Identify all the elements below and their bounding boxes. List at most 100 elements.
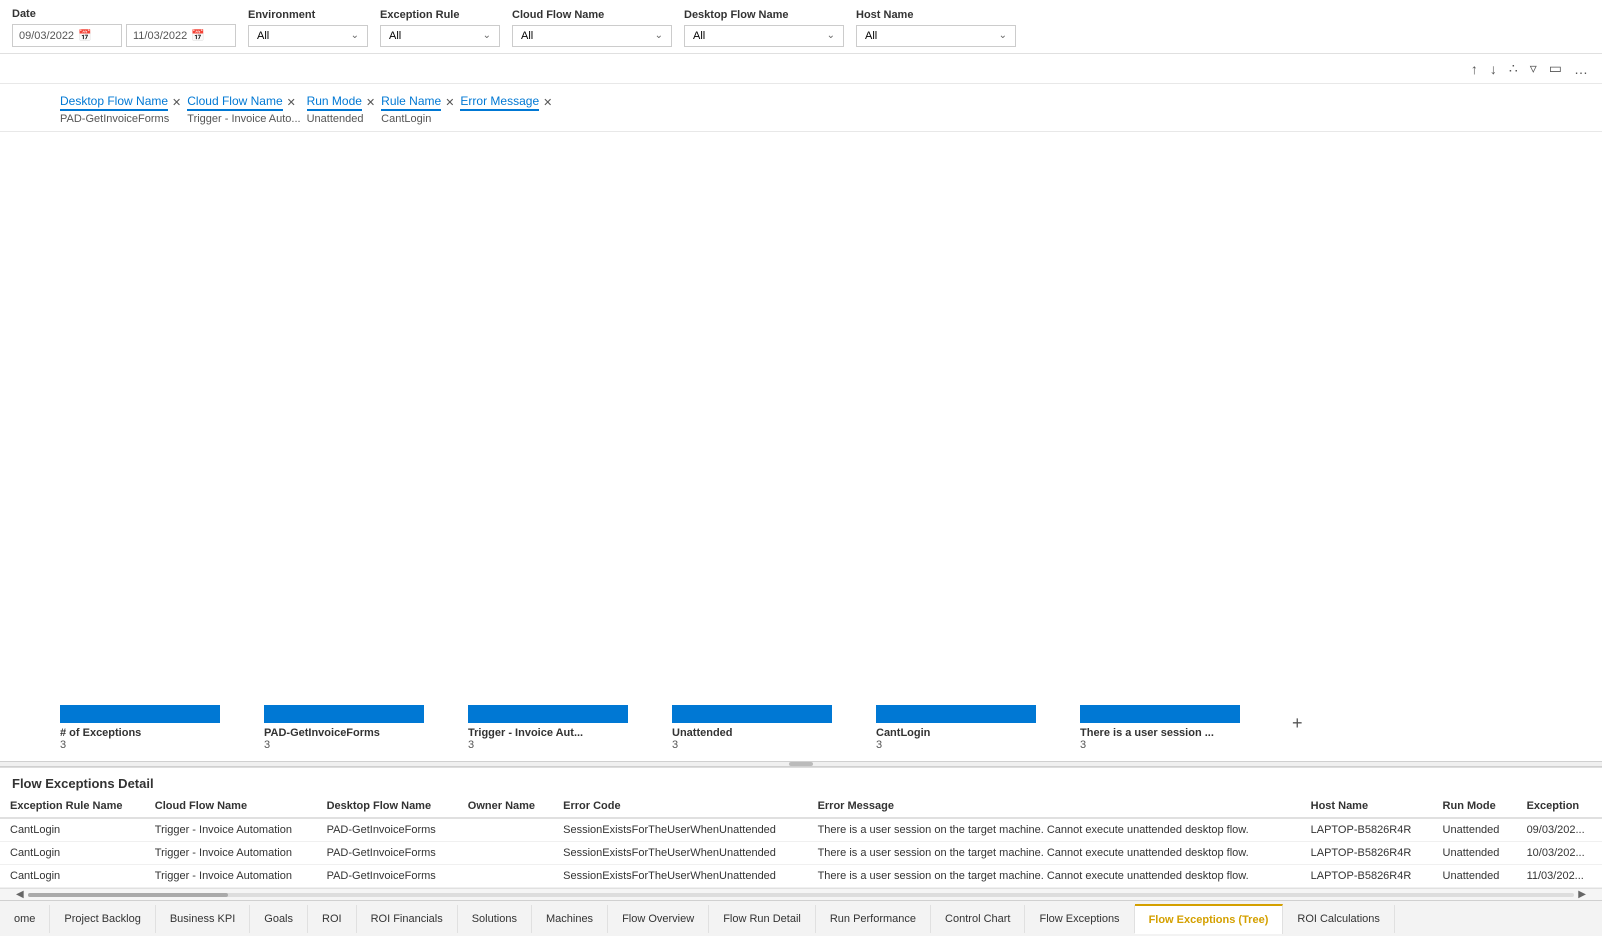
tab-flow-exceptions[interactable]: Flow Exceptions (1025, 905, 1134, 933)
scroll-right-arrow[interactable]: ▶ (1574, 889, 1590, 900)
exception-rule-label: Exception Rule (380, 9, 500, 21)
detail-table-body: CantLoginTrigger - Invoice AutomationPAD… (0, 818, 1602, 888)
bar-col: Unattended 3 (672, 705, 832, 751)
desktop-flow-select[interactable]: All ⌄ (684, 25, 844, 47)
bar-count-2: 3 (468, 739, 474, 751)
table-header-cell: Cloud Flow Name (145, 795, 317, 818)
active-columns-row: Desktop Flow Name ✕ PAD-GetInvoiceForms … (0, 84, 1602, 132)
table-cell: Unattended (1433, 865, 1517, 888)
tab-roi-financials[interactable]: ROI Financials (357, 905, 458, 933)
tab-flow-overview[interactable]: Flow Overview (608, 905, 709, 933)
tab-project-backlog[interactable]: Project Backlog (50, 905, 155, 933)
column-chip-header: Rule Name ✕ (381, 94, 454, 111)
environment-chevron: ⌄ (351, 30, 359, 41)
host-name-chevron: ⌄ (999, 30, 1007, 41)
cloud-flow-value: All (521, 30, 533, 42)
table-cell: Unattended (1433, 842, 1517, 865)
table-cell: CantLogin (0, 842, 145, 865)
tab-run-performance[interactable]: Run Performance (816, 905, 931, 933)
bar-label-4: CantLogin (876, 727, 930, 739)
table-header-cell: Exception Rule Name (0, 795, 145, 818)
exception-rule-select[interactable]: All ⌄ (380, 25, 500, 47)
column-chip-close[interactable]: ✕ (172, 96, 181, 109)
detail-header-row: Exception Rule NameCloud Flow NameDeskto… (0, 795, 1602, 818)
main-container: Date 09/03/2022 📅 11/03/2022 📅 Environme… (0, 0, 1602, 936)
table-row[interactable]: CantLoginTrigger - Invoice AutomationPAD… (0, 842, 1602, 865)
filter-icon[interactable]: ▿ (1528, 58, 1539, 79)
sort-desc-icon[interactable]: ↓ (1488, 59, 1499, 79)
column-chip-close[interactable]: ✕ (543, 96, 552, 109)
tab-solutions[interactable]: Solutions (458, 905, 532, 933)
column-chip-value: PAD-GetInvoiceForms (60, 113, 181, 125)
filter-bar: Date 09/03/2022 📅 11/03/2022 📅 Environme… (0, 0, 1602, 54)
column-chip-label: Error Message (460, 94, 539, 111)
tab-business-kpi[interactable]: Business KPI (156, 905, 250, 933)
tab-roi-calculations[interactable]: ROI Calculations (1283, 905, 1395, 933)
date-filter-group: Date 09/03/2022 📅 11/03/2022 📅 (12, 8, 236, 47)
scroll-bar[interactable]: ◀ ▶ (0, 888, 1602, 900)
table-header-cell: Host Name (1301, 795, 1433, 818)
column-chip-header: Desktop Flow Name ✕ (60, 94, 181, 111)
date-start-input[interactable]: 09/03/2022 📅 (12, 24, 122, 47)
more-icon[interactable]: … (1572, 59, 1590, 79)
scroll-left-arrow[interactable]: ◀ (12, 889, 28, 900)
scroll-thumb[interactable] (28, 893, 228, 897)
table-cell: 11/03/202... (1517, 865, 1602, 888)
column-chip-close[interactable]: ✕ (445, 96, 454, 109)
column-chip-label: Rule Name (381, 94, 441, 111)
environment-value: All (257, 30, 269, 42)
bar-5[interactable] (1080, 705, 1240, 723)
bar-col: PAD-GetInvoiceForms 3 (264, 705, 424, 751)
exception-rule-filter-group: Exception Rule All ⌄ (380, 9, 500, 47)
desktop-flow-value: All (693, 30, 705, 42)
host-name-select[interactable]: All ⌄ (856, 25, 1016, 47)
table-cell (458, 842, 553, 865)
bar-col: # of Exceptions 3 (60, 705, 220, 751)
bar-label-2: Trigger - Invoice Aut... (468, 727, 583, 739)
bar-4[interactable] (876, 705, 1036, 723)
bar-count-4: 3 (876, 739, 882, 751)
environment-select[interactable]: All ⌄ (248, 25, 368, 47)
exception-rule-value: All (389, 30, 401, 42)
tab-ome[interactable]: ome (0, 905, 50, 933)
date-end-input[interactable]: 11/03/2022 📅 (126, 24, 236, 47)
add-column-button[interactable]: + (1292, 713, 1303, 734)
chart-area: # of Exceptions 3 PAD-GetInvoiceForms 3 … (0, 132, 1602, 761)
column-chip-close[interactable]: ✕ (287, 96, 296, 109)
main-content: Desktop Flow Name ✕ PAD-GetInvoiceForms … (0, 84, 1602, 900)
column-chip-header: Cloud Flow Name ✕ (187, 94, 300, 111)
cloud-flow-select[interactable]: All ⌄ (512, 25, 672, 47)
calendar-icon-end[interactable]: 📅 (191, 29, 205, 42)
column-chip-value: CantLogin (381, 113, 454, 125)
group-icon[interactable]: ∴ (1507, 58, 1520, 79)
table-cell: PAD-GetInvoiceForms (317, 818, 458, 842)
column-chip-label: Cloud Flow Name (187, 94, 282, 111)
tab-machines[interactable]: Machines (532, 905, 608, 933)
table-row[interactable]: CantLoginTrigger - Invoice AutomationPAD… (0, 865, 1602, 888)
detail-table-head: Exception Rule NameCloud Flow NameDeskto… (0, 795, 1602, 818)
calendar-icon[interactable]: 📅 (78, 29, 92, 42)
column-chip-close[interactable]: ✕ (366, 96, 375, 109)
export-icon[interactable]: ▭ (1547, 58, 1564, 79)
tab-roi[interactable]: ROI (308, 905, 357, 933)
table-row[interactable]: CantLoginTrigger - Invoice AutomationPAD… (0, 818, 1602, 842)
host-name-filter-label: Host Name (856, 9, 1016, 21)
bar-0[interactable] (60, 705, 220, 723)
bar-2[interactable] (468, 705, 628, 723)
date-start-value: 09/03/2022 (19, 30, 74, 42)
column-chip-label: Desktop Flow Name (60, 94, 168, 111)
tab-goals[interactable]: Goals (250, 905, 308, 933)
desktop-flow-chevron: ⌄ (827, 30, 835, 41)
table-cell: SessionExistsForTheUserWhenUnattended (553, 842, 807, 865)
column-chip: Run Mode ✕ Unattended (307, 94, 376, 125)
tab-control-chart[interactable]: Control Chart (931, 905, 1025, 933)
tab-flow-run-detail[interactable]: Flow Run Detail (709, 905, 816, 933)
bar-3[interactable] (672, 705, 832, 723)
tab-flow-exceptions-tree[interactable]: Flow Exceptions (Tree) (1135, 904, 1284, 934)
table-header-cell: Error Message (808, 795, 1301, 818)
table-cell: There is a user session on the target ma… (808, 842, 1301, 865)
table-cell: LAPTOP-B5826R4R (1301, 865, 1433, 888)
bar-1[interactable] (264, 705, 424, 723)
sort-asc-icon[interactable]: ↑ (1469, 59, 1480, 79)
table-cell: PAD-GetInvoiceForms (317, 865, 458, 888)
